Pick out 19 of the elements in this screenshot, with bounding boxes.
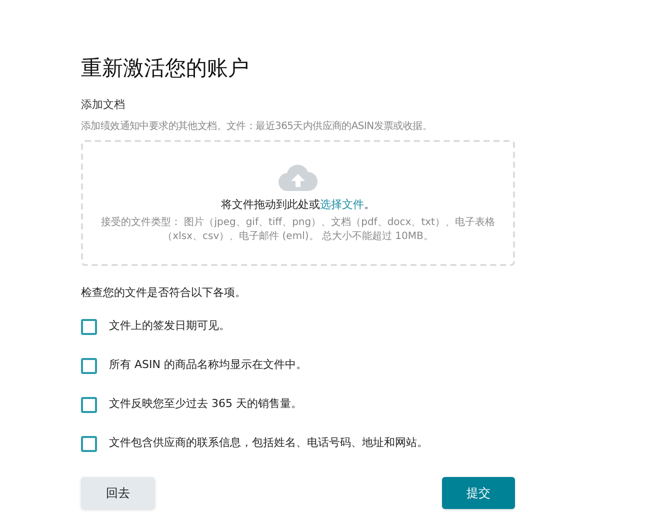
section-description: 添加绩效通知中要求的其他文档。文件：最近365天内供应商的ASIN发票或收据。	[81, 120, 434, 134]
drop-prompt: 将文件拖动到此处或选择文件。	[221, 196, 375, 212]
checklist-item-label: 所有 ASIN 的商品名称均显示在文件中。	[109, 357, 307, 374]
accepted-file-types: 接受的文件类型： 图片（jpeg、gif、tiff、png）、文档（pdf、docx、txt）、电子表格（xlsx、csv）、电子邮件 (eml)。 总大小不能超过 10MB。	[100, 216, 496, 244]
checklist-heading: 检查您的文件是否符合以下各项。	[81, 284, 247, 300]
page-title: 重新激活您的账户	[81, 55, 250, 82]
back-button[interactable]: 回去	[81, 477, 155, 509]
file-drop-zone[interactable]: 将文件拖动到此处或选择文件。 接受的文件类型： 图片（jpeg、gif、tiff、png）、文档（pdf、docx、txt）、电子表格（xlsx、csv）、电子邮件 (eml)。 总大小不能超过 10MB。	[81, 140, 515, 266]
cloud-upload-icon	[278, 164, 318, 192]
checkbox[interactable]	[81, 436, 97, 452]
checklist-item-label: 文件上的签发日期可见。	[109, 318, 230, 334]
choose-file-link[interactable]: 选择文件	[320, 198, 364, 210]
submit-button[interactable]: 提交	[442, 477, 515, 509]
checkbox[interactable]	[81, 318, 97, 334]
checklist-item-label: 文件包含供应商的联系信息，包括姓名、电话号码、地址和网站。	[109, 435, 428, 452]
checkbox[interactable]	[81, 396, 97, 412]
checklist-item-label: 文件反映您至少过去 365 天的销售量。	[109, 396, 302, 412]
section-label: 添加文档	[81, 97, 126, 113]
checkbox[interactable]	[81, 358, 97, 374]
